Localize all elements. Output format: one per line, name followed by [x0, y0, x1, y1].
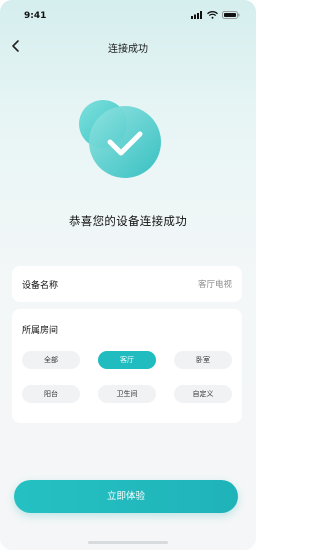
- room-chip-all[interactable]: 全部: [22, 351, 80, 369]
- success-illustration: [77, 96, 167, 186]
- device-name-label: 设备名称: [22, 281, 59, 291]
- room-chip-custom[interactable]: 自定义: [174, 385, 232, 403]
- device-name-card[interactable]: 设备名称 客厅电视: [12, 266, 242, 302]
- page-title: 连接成功: [108, 44, 148, 55]
- battery-icon: [222, 11, 240, 19]
- status-bar: 9:41: [0, 0, 256, 34]
- room-chip-bedroom[interactable]: 卧室: [174, 351, 232, 369]
- status-time: 9:41: [24, 11, 47, 21]
- nav-bar: 连接成功: [0, 34, 256, 60]
- home-indicator: [88, 541, 168, 544]
- wifi-icon: [207, 11, 218, 19]
- room-chip-balcony[interactable]: 阳台: [22, 385, 80, 403]
- room-card: 所属房间 全部 客厅 卧室 阳台 卫生间 自定义: [12, 309, 242, 423]
- try-now-button[interactable]: 立即体验: [14, 480, 238, 513]
- room-title: 所属房间: [22, 326, 59, 336]
- signal-icon: [191, 11, 202, 19]
- status-icons: [191, 11, 240, 19]
- room-chip-bathroom[interactable]: 卫生间: [98, 385, 156, 403]
- app-screen: 9:41 连接成功 恭喜您的设备连接成功 设备名称 客厅电视 所属房间 全部 客…: [0, 0, 256, 550]
- room-chip-living-room[interactable]: 客厅: [98, 351, 156, 369]
- success-message: 恭喜您的设备连接成功: [69, 214, 187, 228]
- device-name-value[interactable]: 客厅电视: [198, 278, 232, 290]
- checkmark-icon: [79, 100, 161, 178]
